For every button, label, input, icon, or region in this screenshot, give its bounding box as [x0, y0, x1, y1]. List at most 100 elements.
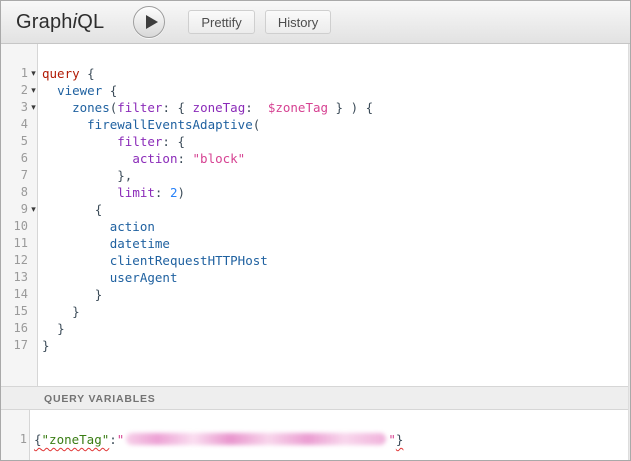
logo-text-graph: Graph [16, 11, 73, 33]
gutter-cell: 16 [1, 320, 39, 337]
graphiql-logo: GraphiQL [16, 11, 104, 34]
code-token [42, 100, 72, 115]
code-text[interactable]: limit: 2) [39, 184, 185, 201]
gutter-cell: 9▾ [1, 201, 39, 218]
variables-code-area[interactable]: 1{"zoneTag":""} [1, 410, 630, 448]
chevron-down-icon[interactable]: ▾ [28, 82, 39, 99]
code-line[interactable]: 15 } [1, 303, 630, 320]
gutter-cell: 4 [1, 116, 39, 133]
code-line[interactable]: 5 filter: { [1, 133, 630, 150]
code-text[interactable]: filter: { [39, 133, 185, 150]
code-text[interactable]: } [39, 320, 65, 337]
history-button[interactable]: History [265, 10, 331, 34]
code-token [42, 202, 95, 217]
code-text[interactable]: } [39, 337, 50, 354]
line-number: 2 [1, 82, 28, 99]
code-token: viewer [57, 83, 102, 98]
code-line[interactable]: 14 } [1, 286, 630, 303]
fold-gutter-spacer [28, 184, 39, 201]
query-variables-editor[interactable]: 1{"zoneTag":""} [1, 410, 630, 460]
code-text[interactable]: {"zoneTag":""} [31, 431, 403, 448]
query-editor[interactable]: 1▾query {2▾ viewer {3▾ zones(filter: { z… [1, 44, 630, 386]
line-number: 1 [1, 431, 27, 448]
code-line[interactable]: 17} [1, 337, 630, 354]
code-token: "block" [193, 151, 246, 166]
code-token: filter [117, 134, 162, 149]
code-line[interactable]: 13 userAgent [1, 269, 630, 286]
code-token [42, 185, 117, 200]
gutter-cell: 11 [1, 235, 39, 252]
code-text[interactable]: } [39, 286, 102, 303]
code-token [42, 287, 95, 302]
gutter-cell: 10 [1, 218, 39, 235]
code-text[interactable]: } [39, 303, 80, 320]
code-token [42, 168, 117, 183]
fold-gutter-spacer [28, 116, 39, 133]
prettify-button[interactable]: Prettify [188, 10, 254, 34]
code-token: " [117, 432, 125, 447]
code-token: filter [117, 100, 162, 115]
chevron-down-icon[interactable]: ▾ [28, 201, 39, 218]
line-number: 11 [1, 235, 28, 252]
code-line[interactable]: 1▾query { [1, 65, 630, 82]
code-token: } [42, 338, 50, 353]
code-text[interactable]: { [39, 201, 102, 218]
line-number: 15 [1, 303, 28, 320]
chevron-down-icon[interactable]: ▾ [28, 65, 39, 82]
code-token: 2 [170, 185, 178, 200]
gutter-cell: 13 [1, 269, 39, 286]
code-line[interactable]: 6 action: "block" [1, 150, 630, 167]
code-line[interactable]: 1{"zoneTag":""} [1, 431, 630, 448]
code-line[interactable]: 9▾ { [1, 201, 630, 218]
code-token: : { [162, 134, 185, 149]
gutter-cell: 15 [1, 303, 39, 320]
redacted-text-blur [126, 433, 386, 445]
code-line[interactable]: 2▾ viewer { [1, 82, 630, 99]
gutter-cell: 7 [1, 167, 39, 184]
code-token: { [80, 66, 95, 81]
gutter-cell: 1▾ [1, 65, 39, 82]
logo-text-ql: QL [77, 11, 104, 33]
code-text[interactable]: action [39, 218, 155, 235]
query-code-area[interactable]: 1▾query {2▾ viewer {3▾ zones(filter: { z… [1, 44, 630, 354]
code-token [42, 134, 117, 149]
play-icon [146, 15, 158, 29]
code-text[interactable]: action: "block" [39, 150, 245, 167]
code-text[interactable]: query { [39, 65, 95, 82]
code-text[interactable]: firewallEventsAdaptive( [39, 116, 260, 133]
editor-right-edge [628, 44, 630, 460]
code-text[interactable]: }, [39, 167, 132, 184]
code-text[interactable]: zones(filter: { zoneTag: $zoneTag } ) { [39, 99, 373, 116]
line-number: 16 [1, 320, 28, 337]
code-line[interactable]: 12 clientRequestHTTPHost [1, 252, 630, 269]
code-text[interactable]: viewer { [39, 82, 117, 99]
query-variables-header[interactable]: Query Variables [1, 386, 630, 410]
fold-gutter-spacer [28, 167, 39, 184]
code-line[interactable]: 11 datetime [1, 235, 630, 252]
line-number: 9 [1, 201, 28, 218]
code-token: firewallEventsAdaptive [87, 117, 253, 132]
chevron-down-icon[interactable]: ▾ [28, 99, 39, 116]
code-token: } ) { [328, 100, 373, 115]
code-line[interactable]: 16 } [1, 320, 630, 337]
code-line[interactable]: 4 firewallEventsAdaptive( [1, 116, 630, 133]
code-text[interactable]: datetime [39, 235, 170, 252]
code-token: limit [117, 185, 155, 200]
fold-gutter-spacer [28, 337, 39, 354]
code-text[interactable]: clientRequestHTTPHost [39, 252, 268, 269]
graphiql-topbar: GraphiQL Prettify History [1, 1, 630, 44]
code-line[interactable]: 7 }, [1, 167, 630, 184]
execute-query-button[interactable] [133, 6, 165, 38]
code-token: " [388, 432, 396, 447]
line-number: 1 [1, 65, 28, 82]
code-line[interactable]: 8 limit: 2) [1, 184, 630, 201]
code-token: action [132, 151, 177, 166]
code-line[interactable]: 10 action [1, 218, 630, 235]
code-line[interactable]: 3▾ zones(filter: { zoneTag: $zoneTag } )… [1, 99, 630, 116]
code-token [42, 253, 110, 268]
code-text[interactable]: userAgent [39, 269, 177, 286]
gutter-cell: 2▾ [1, 82, 39, 99]
code-token: } [396, 432, 404, 447]
line-number: 6 [1, 150, 28, 167]
code-token [42, 117, 87, 132]
